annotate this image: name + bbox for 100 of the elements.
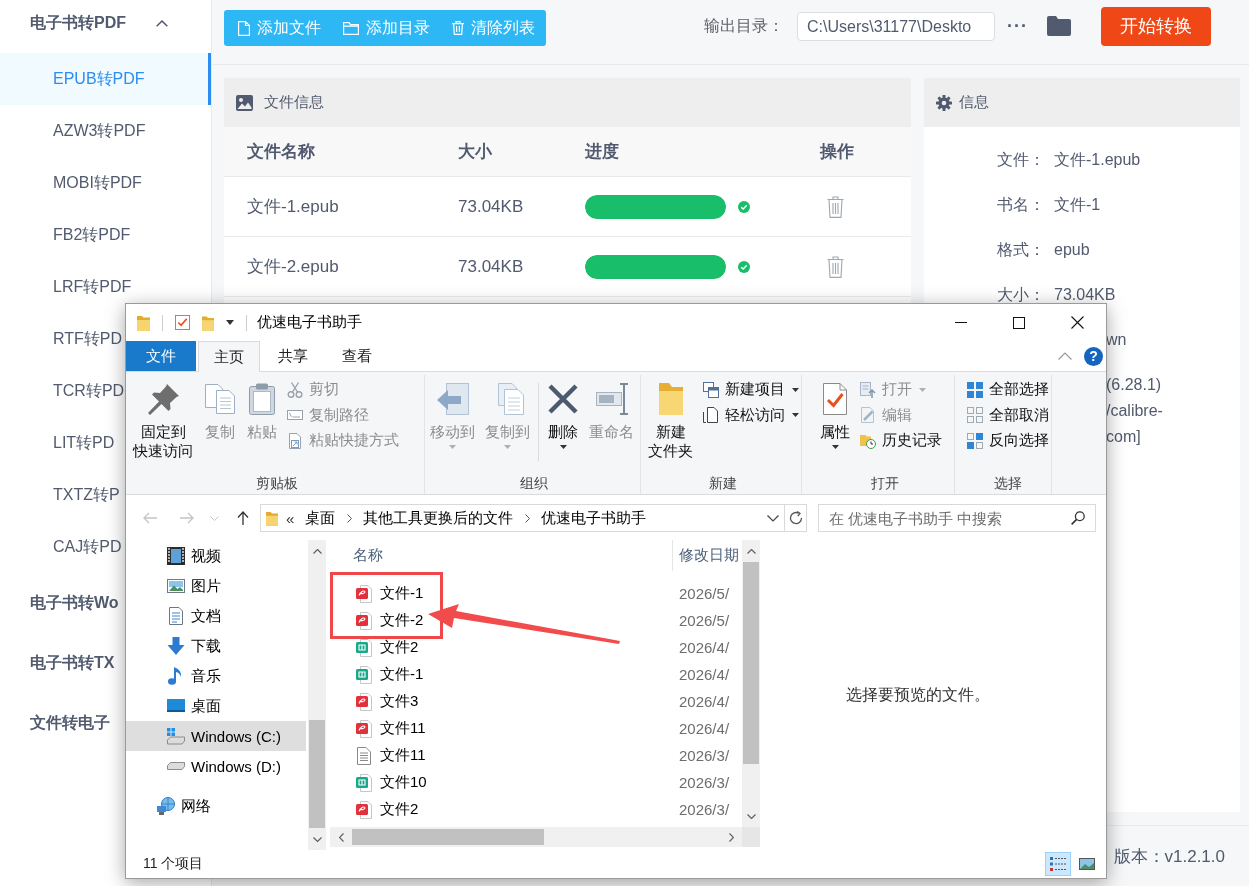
sidebar-item[interactable]: MOBI转PDF: [0, 173, 142, 193]
chevron-up-icon[interactable]: [312, 548, 322, 554]
caret-icon: [792, 413, 799, 418]
search-field[interactable]: 在 优速电子书助手 中搜索: [818, 504, 1096, 532]
file-date: 2026/4/: [679, 639, 730, 656]
breadcrumb-item[interactable]: 桌面: [305, 508, 336, 528]
checkbox-icon[interactable]: [175, 315, 190, 330]
file-name[interactable]: 文件11: [356, 746, 426, 765]
file-date: 2026/3/: [679, 747, 730, 764]
ribbon-tab[interactable]: 文件: [126, 341, 196, 371]
ribbon-button[interactable]: 固定到快速访问: [130, 383, 197, 460]
ribbon-button[interactable]: 新建项目: [703, 377, 799, 403]
chevron-down-icon[interactable]: [312, 836, 322, 842]
file-name[interactable]: 文件11: [356, 719, 426, 738]
search-icon[interactable]: [1071, 511, 1085, 525]
info-value: 文件-1: [1054, 195, 1101, 214]
nav-item[interactable]: 网络: [126, 791, 306, 821]
file-name[interactable]: 文件2: [356, 800, 419, 819]
pdf-document-icon: [356, 800, 372, 819]
ribbon-tab[interactable]: 主页: [198, 341, 260, 372]
caret-icon[interactable]: [226, 320, 234, 325]
chevron-down-icon[interactable]: [746, 813, 756, 819]
nav-item[interactable]: Windows (D:): [126, 751, 306, 781]
sidebar-item[interactable]: RTF转PD: [0, 329, 123, 349]
file-date: 2026/3/: [679, 801, 730, 818]
chevron-right-icon[interactable]: [525, 513, 531, 523]
breadcrumb-item[interactable]: 优速电子书助手: [541, 508, 647, 528]
ribbon-button[interactable]: 全部取消: [967, 402, 1049, 428]
chevron-right-icon[interactable]: [347, 513, 353, 523]
sidebar-group-toggle[interactable]: 文件转电子: [0, 693, 110, 753]
file-name[interactable]: 文件3: [356, 692, 419, 711]
column-header[interactable]: 修改日期: [679, 546, 739, 565]
panel-title: 文件信息: [264, 93, 324, 112]
nav-item[interactable]: Windows (C:): [126, 721, 306, 751]
sidebar-item[interactable]: LIT转PD: [0, 433, 115, 453]
breadcrumb-overflow[interactable]: «: [286, 509, 295, 527]
up-arrow-icon[interactable]: [237, 511, 249, 525]
nav-item[interactable]: 桌面: [126, 691, 306, 721]
breadcrumb-item[interactable]: 其他工具更换后的文件: [363, 508, 514, 528]
sidebar-item[interactable]: CAJ转PD: [0, 537, 122, 557]
column-header[interactable]: 名称: [353, 546, 383, 565]
refresh-button[interactable]: [785, 504, 807, 532]
maximize-icon: [1013, 316, 1025, 329]
stacked-windows-icon: [703, 381, 719, 398]
output-path-field[interactable]: C:\Users\31177\Deskto: [797, 11, 995, 41]
image-icon: [236, 94, 253, 111]
vertical-scrollbar[interactable]: [308, 540, 326, 850]
caret-icon: [919, 387, 926, 392]
sidebar-item[interactable]: TCR转PD: [0, 381, 125, 401]
sidebar-group-toggle[interactable]: 电子书转Wo: [0, 573, 119, 633]
address-bar[interactable]: « 桌面 其他工具更换后的文件 优速电子书助手: [260, 504, 785, 532]
nav-item[interactable]: 图片: [126, 571, 306, 601]
info-label: 大小：: [997, 285, 1045, 304]
chevron-left-icon[interactable]: [338, 832, 344, 842]
landscape-thumbnail-icon: [1079, 858, 1095, 870]
info-value: 73.04KB: [1054, 285, 1116, 304]
ribbon-button[interactable]: 全部选择: [967, 377, 1049, 403]
ribbon-button[interactable]: 属性: [816, 383, 854, 449]
ribbon-tab[interactable]: 查看: [326, 341, 388, 371]
version-label: 版本：v1.2.1.0: [1113, 845, 1225, 868]
chevron-up-icon[interactable]: [1058, 352, 1072, 360]
info-value: (6.28.1) /calibre- com]: [1106, 374, 1163, 447]
file-name[interactable]: 文件-1: [356, 665, 424, 684]
ribbon-button[interactable]: 删除: [544, 383, 582, 449]
more-button[interactable]: ···: [1005, 16, 1030, 36]
scrollbar-thumb[interactable]: [743, 562, 759, 764]
chevron-down-icon[interactable]: [767, 514, 779, 522]
sidebar-item[interactable]: LRF转PDF: [0, 277, 132, 297]
nav-item[interactable]: 文档: [126, 601, 306, 631]
file-name[interactable]: 文件10: [356, 773, 427, 792]
sidebar-item[interactable]: TXTZ转P: [0, 485, 120, 505]
chevron-right-icon[interactable]: [728, 832, 734, 842]
trash-icon: [452, 21, 464, 35]
ribbon-button[interactable]: 新建文件夹: [645, 383, 697, 460]
ribbon-button[interactable]: 轻松访问: [703, 402, 799, 428]
sidebar-group-toggle[interactable]: 电子书转TX: [0, 633, 115, 693]
chevron-up-icon[interactable]: [746, 548, 756, 554]
folder-icon[interactable]: [1047, 16, 1071, 36]
sidebar-item[interactable]: FB2转PDF: [0, 225, 131, 245]
ribbon-button[interactable]: 历史记录: [860, 428, 942, 454]
nav-item[interactable]: 下载: [126, 631, 306, 661]
file-name[interactable]: 文件-1: [356, 584, 424, 603]
file-name[interactable]: 文件2: [356, 638, 419, 657]
sidebar-item[interactable]: AZW3转PDF: [0, 121, 146, 141]
sidebar-group-toggle[interactable]: 电子书转PDF: [0, 0, 168, 53]
nav-item[interactable]: 音乐: [126, 661, 306, 691]
shortcut-document-icon: [287, 432, 303, 449]
help-button[interactable]: ?: [1084, 346, 1103, 366]
ribbon-tab[interactable]: 共享: [262, 341, 324, 371]
vertical-scrollbar[interactable]: [742, 540, 760, 827]
scrollbar-thumb[interactable]: [352, 829, 544, 845]
start-convert-button[interactable]: 开始转换: [1101, 6, 1211, 46]
file-name[interactable]: 文件-2: [356, 611, 424, 630]
settings-icon: [936, 94, 952, 111]
ribbon-button[interactable]: 反向选择: [967, 428, 1049, 454]
preview-message: 选择要预览的文件。: [846, 684, 990, 705]
nav-item[interactable]: 视频: [126, 541, 306, 571]
details-view-button[interactable]: [1045, 852, 1071, 876]
horizontal-scrollbar[interactable]: [330, 827, 742, 847]
scrollbar-thumb[interactable]: [309, 720, 325, 828]
